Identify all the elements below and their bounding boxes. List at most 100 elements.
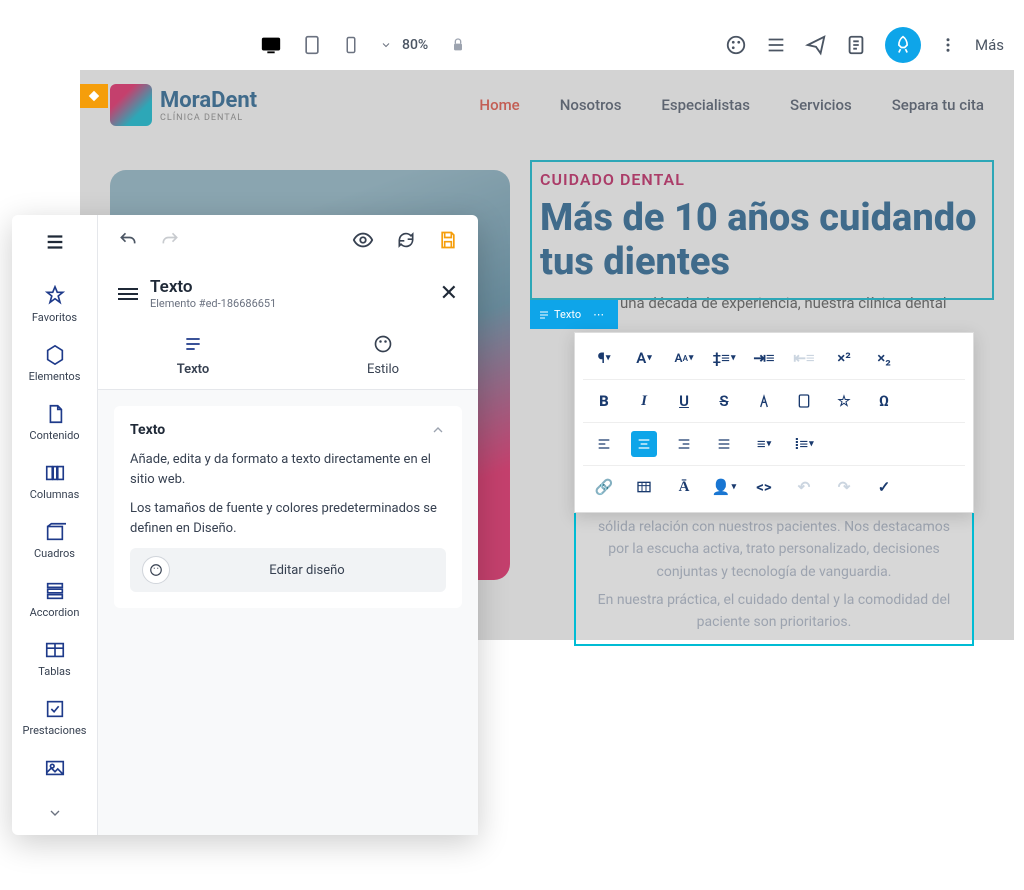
- edit-design-button[interactable]: Editar diseño: [130, 548, 446, 592]
- table-button[interactable]: [631, 474, 657, 500]
- paste-button[interactable]: [791, 388, 817, 414]
- editor-main: Texto Elemento #ed-186686651 ✕ Texto Est…: [98, 215, 478, 835]
- bullet-list-button[interactable]: ≡▾: [751, 431, 777, 457]
- card-title: Texto: [130, 422, 165, 438]
- refresh-icon[interactable]: [396, 230, 416, 250]
- nav-specialists[interactable]: Especialistas: [661, 96, 750, 114]
- confirm-button[interactable]: ✓: [871, 474, 897, 500]
- zoom-control[interactable]: 80%: [380, 37, 466, 53]
- drag-handle-icon[interactable]: [118, 288, 138, 300]
- text-color-button[interactable]: [751, 388, 777, 414]
- more-menu-icon[interactable]: [939, 36, 957, 54]
- list-icon[interactable]: [765, 34, 787, 56]
- editor-top-actions: [98, 215, 478, 265]
- editor-sidebar: Favoritos Elementos Contenido Columnas C…: [12, 215, 98, 835]
- preview-icon[interactable]: [352, 229, 374, 251]
- card-description-1: Añade, edita y da formato a texto direct…: [130, 450, 446, 489]
- font-family-button[interactable]: A▾: [631, 345, 657, 371]
- paragraph-format-button[interactable]: ¶▾: [591, 345, 617, 371]
- nav-services[interactable]: Servicios: [790, 96, 852, 114]
- eyebrow-text[interactable]: CUIDADO DENTAL: [540, 170, 984, 189]
- redo-button[interactable]: ↷: [831, 474, 857, 500]
- sidebar-item-boxes[interactable]: Cuadros: [12, 511, 97, 570]
- sidebar-item-accordion[interactable]: Accordion: [12, 570, 97, 629]
- sidebar-item-tables[interactable]: Tablas: [12, 629, 97, 688]
- corner-badge[interactable]: [80, 84, 108, 108]
- indent-decrease-button[interactable]: ⇤≡: [791, 345, 817, 371]
- nav-appointment[interactable]: Separa tu cita: [892, 96, 984, 114]
- lock-icon[interactable]: [450, 37, 466, 53]
- sidebar-item-columns[interactable]: Columnas: [12, 452, 97, 511]
- undo-icon[interactable]: [118, 230, 138, 250]
- link-button[interactable]: 🔗: [591, 474, 617, 500]
- redo-icon[interactable]: [160, 230, 180, 250]
- palette-icon: [142, 556, 170, 584]
- star-button[interactable]: ☆: [831, 388, 857, 414]
- menu-icon[interactable]: [44, 231, 66, 257]
- send-icon[interactable]: [805, 34, 827, 56]
- save-icon[interactable]: [438, 230, 458, 250]
- italic-button[interactable]: I: [631, 388, 657, 414]
- badge-menu-icon[interactable]: ⋯: [587, 304, 610, 325]
- intro-text-partial: una década de experiencia, nuestra clíni…: [620, 294, 984, 312]
- right-tools: Más: [725, 27, 1004, 63]
- subscript-button[interactable]: ×₂: [871, 345, 897, 371]
- align-center-button[interactable]: [631, 431, 657, 457]
- mobile-icon[interactable]: [342, 36, 360, 54]
- number-list-button[interactable]: ⁞≡▾: [791, 431, 817, 457]
- user-button[interactable]: 👤▾: [711, 474, 737, 500]
- device-selector: [260, 34, 360, 56]
- chevron-down-icon: [380, 39, 392, 51]
- underline-button[interactable]: U: [671, 388, 697, 414]
- sidebar-item-image[interactable]: [12, 747, 97, 789]
- editor-element-id: Elemento #ed-186686651: [150, 297, 276, 310]
- more-label[interactable]: Más: [975, 36, 1004, 54]
- sidebar-item-favorites[interactable]: Favoritos: [12, 275, 97, 334]
- collapse-icon[interactable]: [430, 422, 446, 438]
- logo-name: MoraDent: [160, 88, 257, 113]
- card-description-2: Los tamaños de fuente y colores predeter…: [130, 499, 446, 538]
- code-button[interactable]: <>: [751, 474, 777, 500]
- desktop-icon[interactable]: [260, 34, 282, 56]
- strikethrough-button[interactable]: S: [711, 388, 737, 414]
- site-logo[interactable]: MoraDent CLÍNICA DENTAL: [110, 84, 257, 126]
- site-header: MoraDent CLÍNICA DENTAL Home Nosotros Es…: [80, 70, 1014, 140]
- publish-button[interactable]: [885, 27, 921, 63]
- tab-text[interactable]: Texto: [98, 322, 288, 389]
- sidebar-item-elements[interactable]: Elementos: [12, 334, 97, 393]
- site-nav: Home Nosotros Especialistas Servicios Se…: [479, 96, 984, 114]
- superscript-button[interactable]: ×²: [831, 345, 857, 371]
- align-left-button[interactable]: [591, 431, 617, 457]
- tablet-icon[interactable]: [302, 35, 322, 55]
- headline-text[interactable]: Más de 10 años cuidando tus dientes: [540, 197, 984, 284]
- top-toolbar: 80% Más: [80, 20, 1024, 70]
- logo-tagline: CLÍNICA DENTAL: [160, 113, 257, 123]
- tab-style[interactable]: Estilo: [288, 322, 478, 389]
- editor-panel: Favoritos Elementos Contenido Columnas C…: [12, 215, 478, 835]
- element-type-badge[interactable]: Texto ⋯: [530, 300, 618, 329]
- sidebar-item-features[interactable]: Prestaciones: [12, 688, 97, 747]
- align-right-button[interactable]: [671, 431, 697, 457]
- special-char-button[interactable]: Ω: [871, 388, 897, 414]
- line-height-button[interactable]: ‡≡▾: [711, 345, 737, 371]
- sidebar-item-content[interactable]: Contenido: [12, 393, 97, 452]
- palette-icon[interactable]: [725, 34, 747, 56]
- font-size-button[interactable]: AA▾: [671, 345, 697, 371]
- editor-body: Texto Añade, edita y da formato a texto …: [98, 390, 478, 835]
- editor-tabs: Texto Estilo: [98, 322, 478, 390]
- close-icon[interactable]: ✕: [440, 281, 458, 306]
- nav-home[interactable]: Home: [479, 96, 519, 114]
- align-justify-button[interactable]: [711, 431, 737, 457]
- undo-button[interactable]: ↶: [791, 474, 817, 500]
- text-settings-card: Texto Añade, edita y da formato a texto …: [114, 406, 462, 608]
- clear-format-button[interactable]: Ā: [671, 474, 697, 500]
- document-icon[interactable]: [845, 34, 867, 56]
- zoom-value: 80%: [402, 37, 428, 53]
- bold-button[interactable]: B: [591, 388, 617, 414]
- editable-paragraph-2: En nuestra práctica, el cuidado dental y…: [586, 589, 962, 634]
- sidebar-expand-icon[interactable]: [37, 795, 73, 835]
- editor-title: Texto: [150, 277, 276, 297]
- logo-icon: [110, 84, 152, 126]
- nav-about[interactable]: Nosotros: [560, 96, 622, 114]
- indent-increase-button[interactable]: ⇥≡: [751, 345, 777, 371]
